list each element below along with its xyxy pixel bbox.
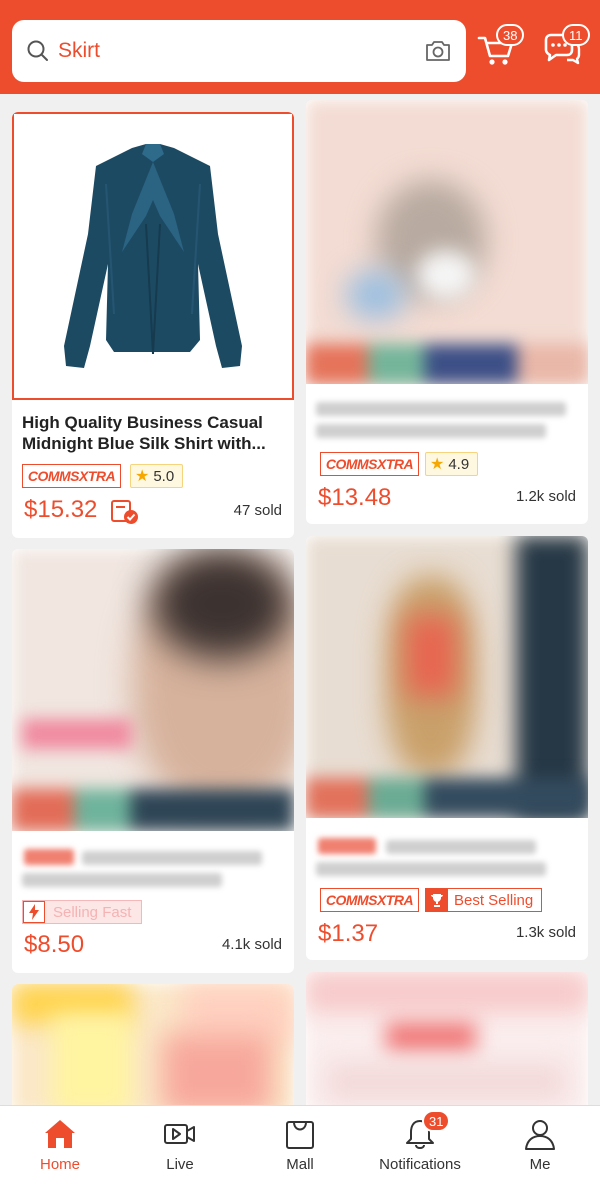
product-image xyxy=(12,984,294,1114)
product-image xyxy=(306,536,588,818)
product-card[interactable]: Selling Fast $8.50 4.1k sold xyxy=(12,549,294,973)
product-price: $13.48 xyxy=(318,484,392,511)
rating-badge: ★ 5.0 xyxy=(130,464,184,488)
person-icon xyxy=(525,1120,555,1150)
product-card[interactable] xyxy=(306,972,588,1114)
product-card[interactable] xyxy=(12,984,294,1114)
product-price: $8.50 xyxy=(24,931,85,958)
cart-button[interactable]: 38 xyxy=(476,24,525,70)
nav-home[interactable]: Home xyxy=(0,1106,120,1195)
best-selling-tag: Best Selling xyxy=(425,888,543,912)
home-icon xyxy=(45,1120,75,1148)
top-bar: Skirt 38 11 xyxy=(0,0,600,94)
product-price: $15.32 xyxy=(24,496,98,523)
notifications-badge: 31 xyxy=(422,1110,451,1132)
bottom-nav: Home Live Mall 31 Notifications Me xyxy=(0,1105,600,1195)
commsxtra-badge: COMMSXTRA xyxy=(22,464,121,488)
best-selling-label: Best Selling xyxy=(454,891,534,909)
sold-count: 4.1k sold xyxy=(221,936,282,953)
nav-notifications[interactable]: 31 Notifications xyxy=(360,1106,480,1195)
lightning-icon xyxy=(23,901,45,923)
rating-badge: ★ 4.9 xyxy=(425,452,479,476)
blurred-label xyxy=(318,838,376,854)
search-bar[interactable]: Skirt xyxy=(12,20,466,82)
shirt-image xyxy=(64,144,242,368)
nav-me[interactable]: Me xyxy=(480,1106,600,1195)
voucher-icon xyxy=(111,500,138,524)
product-card[interactable]: COMMSXTRA ★ 4.9 $13.48 1.2k sold xyxy=(306,100,588,524)
live-video-icon xyxy=(164,1124,195,1144)
product-title: High Quality Business Casual Midnight Bl… xyxy=(22,413,266,453)
commsxtra-badge: COMMSXTRA xyxy=(320,888,419,912)
blurred-title-line xyxy=(82,851,262,865)
product-card[interactable]: High Quality Business Casual Midnight Bl… xyxy=(12,112,294,538)
camera-icon[interactable] xyxy=(424,39,452,63)
product-image xyxy=(306,100,588,384)
mall-bag-icon xyxy=(286,1121,314,1149)
nav-live-label: Live xyxy=(166,1156,194,1173)
sold-count: 1.3k sold xyxy=(515,924,576,941)
cart-badge: 38 xyxy=(496,24,525,46)
commsxtra-badge: COMMSXTRA xyxy=(320,452,419,476)
nav-notifications-label: Notifications xyxy=(379,1156,461,1173)
product-image xyxy=(306,972,588,1114)
blurred-title-line xyxy=(316,424,546,438)
blurred-title-line xyxy=(316,402,566,416)
rating-value: 5.0 xyxy=(153,467,175,485)
blurred-label xyxy=(24,849,74,865)
nav-mall[interactable]: Mall xyxy=(240,1106,360,1195)
product-price: $1.37 xyxy=(318,920,379,947)
search-query: Skirt xyxy=(58,39,100,62)
blurred-title-line xyxy=(316,862,546,876)
blurred-title-line xyxy=(386,840,536,854)
nav-mall-label: Mall xyxy=(286,1156,314,1173)
product-image xyxy=(12,112,294,400)
trophy-icon xyxy=(426,889,448,911)
selling-fast-label: Selling Fast xyxy=(53,903,132,921)
rating-value: 4.9 xyxy=(448,455,470,473)
nav-home-label: Home xyxy=(39,1156,80,1173)
star-icon: ★ xyxy=(135,468,150,485)
selling-fast-tag: Selling Fast xyxy=(22,900,143,924)
star-icon: ★ xyxy=(430,456,445,473)
chat-badge: 11 xyxy=(562,24,590,46)
product-card[interactable]: COMMSXTRA Best Selling $1.37 1.3k sold xyxy=(306,536,588,960)
blurred-title-line xyxy=(22,873,222,887)
search-icon xyxy=(27,40,48,61)
chat-button[interactable]: 11 xyxy=(542,24,590,70)
sold-count: 47 sold xyxy=(233,502,282,519)
nav-me-label: Me xyxy=(529,1156,551,1173)
product-image xyxy=(12,549,294,831)
nav-live[interactable]: Live xyxy=(120,1106,240,1195)
sold-count: 1.2k sold xyxy=(515,488,576,505)
